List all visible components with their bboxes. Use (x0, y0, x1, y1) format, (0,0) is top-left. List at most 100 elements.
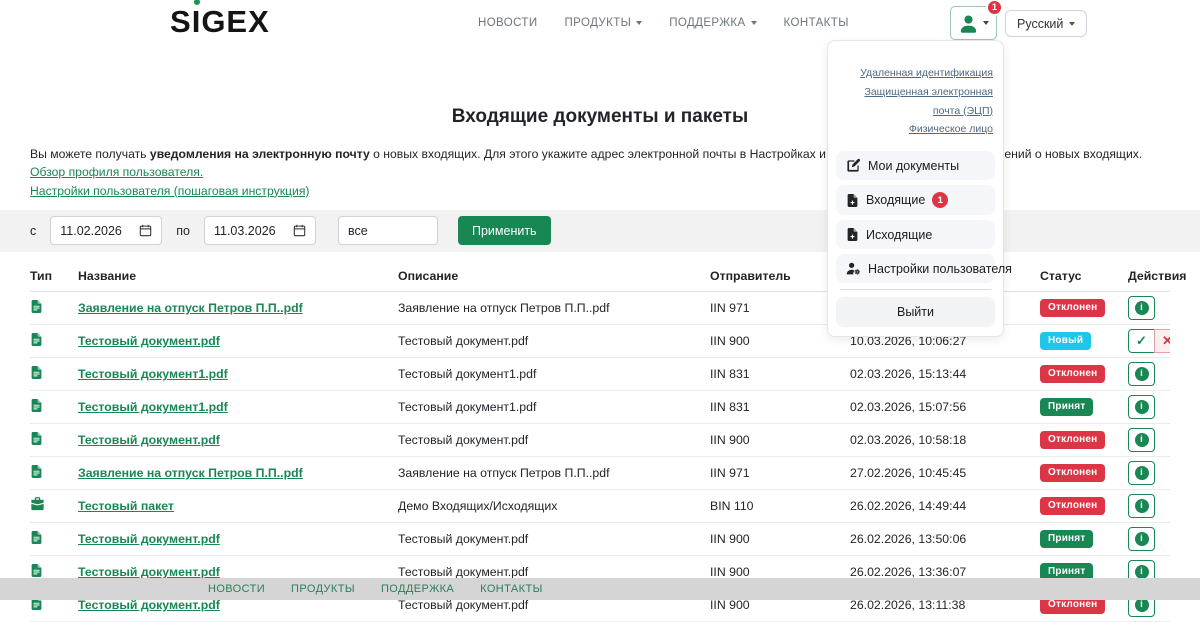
footer-link-products[interactable]: ПРОДУКТЫ (291, 583, 355, 595)
document-description: Тестовый документ.pdf (398, 423, 710, 456)
reject-button[interactable]: ✕ (1154, 329, 1170, 353)
type-filter-input[interactable]: все (338, 216, 438, 245)
filter-bar: с 11.02.2026 по 11.03.2026 все Применить (0, 210, 1200, 252)
document-date: 27.02.2026, 10:45:45 (850, 456, 1040, 489)
document-sender: IIN 971 (710, 456, 850, 489)
user-dropdown-menu: Удаленная идентификация Защищенная элект… (827, 40, 1004, 337)
status-badge: Отклонен (1040, 431, 1105, 449)
link-remote-identification[interactable]: Удаленная идентификация (860, 67, 993, 79)
document-description: Заявление на отпуск Петров П.П..pdf (398, 291, 710, 324)
document-edit-icon (846, 158, 861, 173)
chevron-down-icon (1069, 22, 1075, 26)
notification-badge: 1 (986, 0, 1003, 16)
link-individual[interactable]: Физическое лицо (909, 123, 993, 135)
user-dropdown-links: Удаленная идентификация Защищенная элект… (828, 59, 1003, 146)
document-name-link[interactable]: Тестовый документ.pdf (78, 532, 220, 546)
profile-overview-link[interactable]: Обзор профиля пользователя. (30, 165, 203, 179)
row-actions: i (1128, 527, 1155, 551)
nav-item-support[interactable]: ПОДДЕРЖКА (669, 17, 756, 29)
logout-button[interactable]: Выйти (836, 297, 995, 327)
column-header-actions: Действия (1128, 264, 1170, 292)
info-icon: i (1135, 532, 1149, 546)
menu-item-my-documents[interactable]: Мои документы (836, 151, 995, 180)
file-plus-icon (846, 193, 859, 208)
column-header-status: Статус (1040, 264, 1128, 292)
status-badge: Отклонен (1040, 464, 1105, 482)
chevron-down-icon (983, 21, 989, 25)
document-name-link[interactable]: Заявление на отпуск Петров П.П..pdf (78, 466, 303, 480)
info-button[interactable]: i (1128, 296, 1155, 320)
main-content: Входящие документы и пакеты Вы можете по… (0, 106, 1200, 622)
sigex-logo[interactable]: SIGEX (170, 4, 270, 40)
user-gear-icon (846, 261, 861, 276)
inbox-count-badge: 1 (932, 192, 948, 208)
document-description: Демо Входящих/Исходящих (398, 489, 710, 522)
page-title: Входящие документы и пакеты (0, 106, 1200, 128)
info-icon: i (1135, 565, 1149, 579)
document-name-link[interactable]: Тестовый документ.pdf (78, 334, 220, 348)
footer-link-contacts[interactable]: КОНТАКТЫ (480, 583, 543, 595)
info-button[interactable]: i (1128, 395, 1155, 419)
info-icon: i (1135, 433, 1149, 447)
row-actions: i (1128, 296, 1155, 320)
person-icon (958, 13, 979, 34)
status-badge: Отклонен (1040, 365, 1105, 383)
row-actions: i (1128, 461, 1155, 485)
package-icon (30, 497, 45, 511)
menu-item-inbox[interactable]: Входящие 1 (836, 185, 995, 215)
document-name-link[interactable]: Тестовый пакет (78, 499, 174, 513)
nav-item-contacts[interactable]: КОНТАКТЫ (784, 17, 849, 29)
nav-item-news[interactable]: НОВОСТИ (478, 17, 538, 29)
documents-table-body: Заявление на отпуск Петров П.П..pdf Заявл… (30, 291, 1170, 621)
document-name-link[interactable]: Тестовый документ.pdf (78, 565, 220, 579)
filter-to-label: по (176, 224, 190, 238)
info-button[interactable]: i (1128, 527, 1155, 551)
language-selector[interactable]: Русский (1005, 10, 1087, 37)
apply-filter-button[interactable]: Применить (458, 216, 551, 245)
pdf-file-icon (30, 563, 43, 578)
link-secure-email[interactable]: Защищенная электронная почта (ЭЦП) (864, 86, 993, 117)
document-name-link[interactable]: Тестовый документ1.pdf (78, 400, 228, 414)
file-plus-icon (846, 227, 859, 242)
document-name-link[interactable]: Тестовый документ.pdf (78, 433, 220, 447)
chevron-down-icon (751, 21, 757, 25)
info-icon: i (1135, 301, 1149, 315)
calendar-icon[interactable] (293, 224, 306, 237)
calendar-icon[interactable] (139, 224, 152, 237)
document-name-link[interactable]: Тестовый документ1.pdf (78, 367, 228, 381)
footer: НОВОСТИ ПРОДУКТЫ ПОДДЕРЖКА КОНТАКТЫ (0, 578, 1200, 600)
column-header-type: Тип (30, 264, 78, 292)
nav-item-products[interactable]: ПРОДУКТЫ (565, 17, 643, 29)
pdf-file-icon (30, 332, 43, 347)
menu-item-user-settings[interactable]: Настройки пользователя (836, 254, 995, 283)
document-name-link[interactable]: Заявление на отпуск Петров П.П..pdf (78, 301, 303, 315)
document-date: 02.03.2026, 15:07:56 (850, 390, 1040, 423)
settings-instruction-link[interactable]: Настройки пользователя (пошаговая инстру… (30, 184, 309, 198)
document-sender: IIN 900 (710, 522, 850, 555)
status-badge: Отклонен (1040, 497, 1105, 515)
user-account-button[interactable]: 1 (950, 6, 997, 40)
header: SIGEX НОВОСТИ ПРОДУКТЫ ПОДДЕРЖКА КОНТАКТ… (0, 0, 1200, 47)
row-actions: i (1128, 494, 1155, 518)
date-from-input[interactable]: 11.02.2026 (50, 216, 162, 245)
chevron-down-icon (636, 21, 642, 25)
menu-item-outbox[interactable]: Исходящие (836, 220, 995, 249)
info-button[interactable]: i (1128, 461, 1155, 485)
info-icon: i (1135, 367, 1149, 381)
info-button[interactable]: i (1128, 362, 1155, 386)
document-date: 02.03.2026, 15:13:44 (850, 357, 1040, 390)
info-button[interactable]: i (1128, 428, 1155, 452)
table-row: Тестовый документ1.pdfТестовый документ1… (30, 390, 1170, 423)
footer-link-news[interactable]: НОВОСТИ (208, 583, 265, 595)
pdf-file-icon (30, 431, 43, 446)
info-icon: i (1135, 466, 1149, 480)
date-to-input[interactable]: 11.03.2026 (204, 216, 316, 245)
menu-divider (840, 289, 991, 290)
accept-button[interactable]: ✓ (1128, 329, 1155, 353)
column-header-name: Название (78, 264, 398, 292)
document-sender: IIN 900 (710, 423, 850, 456)
row-actions: i (1128, 395, 1155, 419)
info-button[interactable]: i (1128, 494, 1155, 518)
info-icon: i (1135, 499, 1149, 513)
footer-link-support[interactable]: ПОДДЕРЖКА (381, 583, 454, 595)
